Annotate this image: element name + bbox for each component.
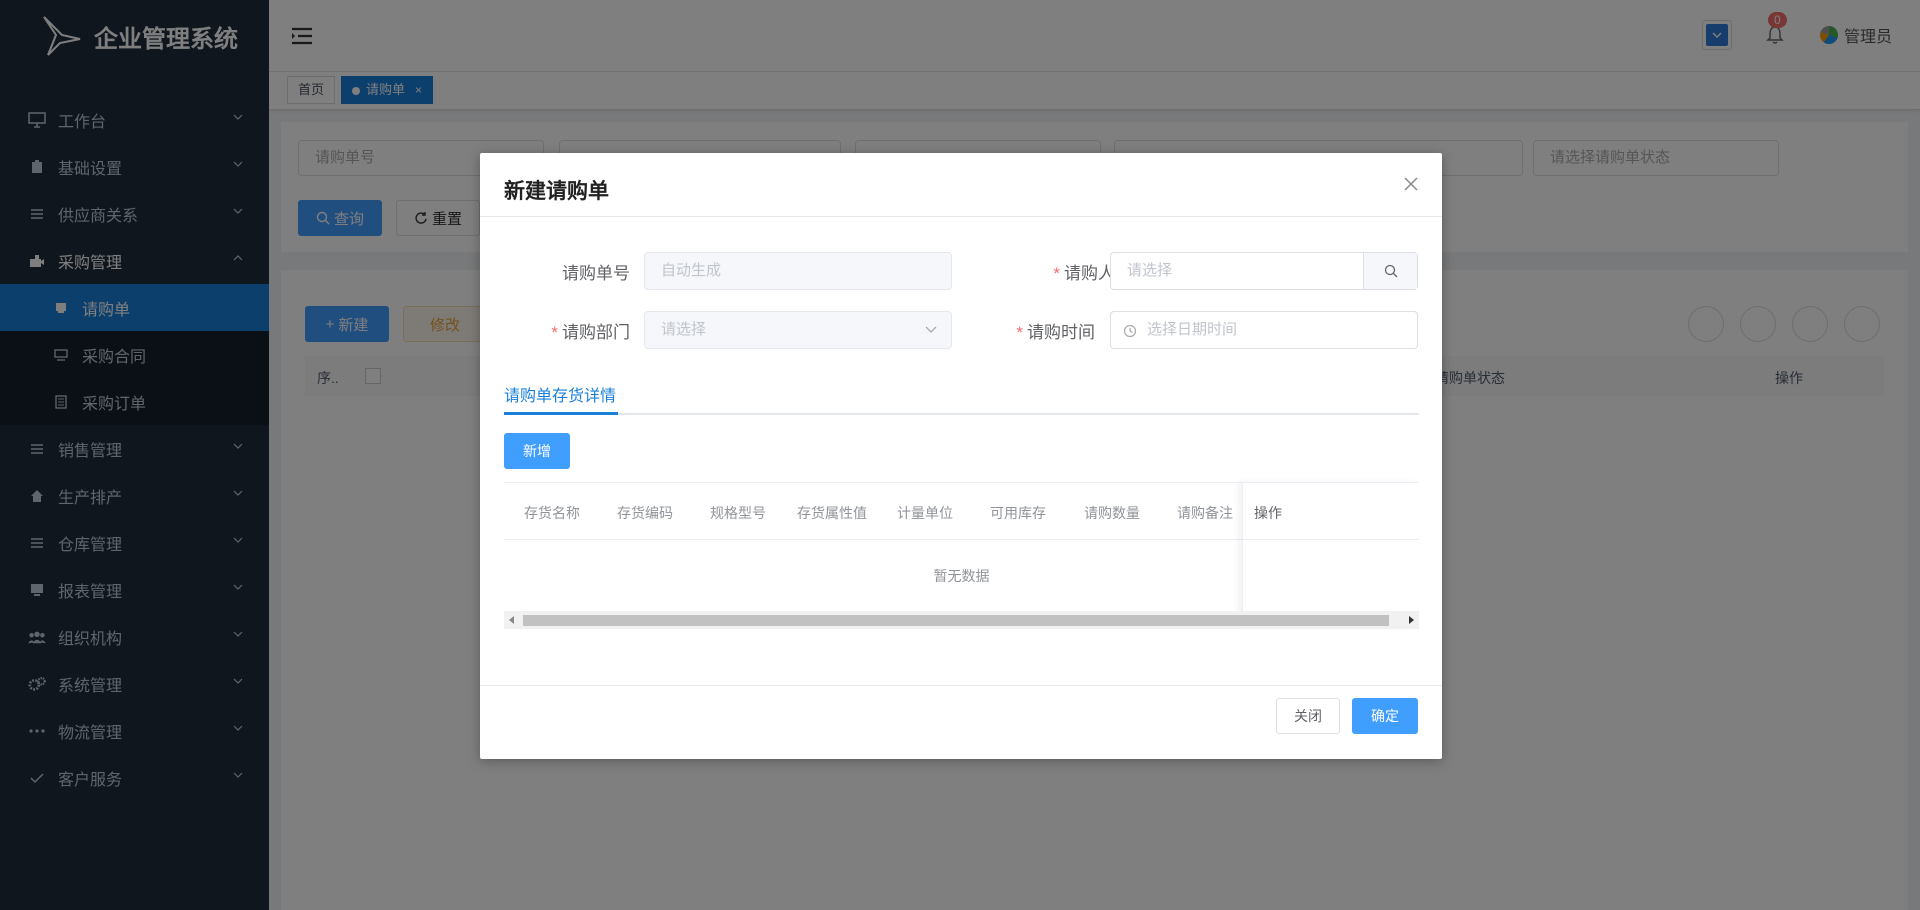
tab-inventory-details[interactable]: 请购单存货详情 <box>504 382 616 406</box>
scroll-left-icon[interactable] <box>508 616 516 624</box>
col-stock: 可用库存 <box>990 505 1046 521</box>
field-placeholder: 请选择 <box>1127 262 1173 279</box>
tab-active-indicator <box>504 412 618 415</box>
scroll-right-icon[interactable] <box>1407 616 1415 624</box>
requester-search-button[interactable] <box>1363 253 1417 289</box>
add-row-button[interactable]: 新增 <box>504 433 570 469</box>
order-no-label: 请购单号 <box>562 264 630 283</box>
search-icon <box>1384 264 1397 278</box>
requester-label: * 请购人 <box>1053 264 1115 283</box>
button-label: 确定 <box>1371 708 1399 724</box>
field-placeholder: 自动生成 <box>661 262 722 279</box>
fixed-action-column <box>1242 482 1419 627</box>
col-qty: 请购数量 <box>1084 505 1140 521</box>
col-unit: 计量单位 <box>897 505 953 521</box>
button-label: 新增 <box>523 443 551 459</box>
scroll-thumb[interactable] <box>523 615 1389 626</box>
col-inv-code: 存货编码 <box>617 505 673 521</box>
clock-icon <box>1123 324 1137 338</box>
dept-label: * 请购部门 <box>551 323 630 342</box>
confirm-button[interactable]: 确定 <box>1352 698 1418 734</box>
detail-table: 存货名称 存货编码 规格型号 存货属性值 计量单位 可用库存 请购数量 请购备注… <box>504 482 1419 629</box>
time-label: * 请购时间 <box>1016 323 1095 342</box>
col-attr: 存货属性值 <box>797 505 867 521</box>
new-requisition-dialog: 新建请购单 请购单号 自动生成 * 请购人 请选择 * 请购部门 请选择 * 请购时间… <box>480 153 1442 759</box>
col-inv-name: 存货名称 <box>524 505 580 521</box>
horizontal-scrollbar[interactable] <box>504 611 1419 629</box>
col-remark: 请购备注 <box>1177 505 1233 521</box>
close-button[interactable]: 关闭 <box>1276 698 1340 734</box>
requester-field[interactable]: 请选择 <box>1110 252 1418 290</box>
dialog-title: 新建请购单 <box>504 180 609 203</box>
field-placeholder: 选择日期时间 <box>1147 321 1238 338</box>
button-label: 关闭 <box>1294 708 1322 724</box>
dialog-header: 新建请购单 <box>480 153 1442 217</box>
chevron-down-icon <box>925 326 937 333</box>
tab-divider <box>504 413 1419 415</box>
field-placeholder: 请选择 <box>661 321 707 338</box>
col-spec: 规格型号 <box>710 505 766 521</box>
order-no-field: 自动生成 <box>644 252 952 290</box>
close-icon[interactable] <box>1402 175 1420 193</box>
time-picker[interactable]: 选择日期时间 <box>1110 311 1418 349</box>
dept-select[interactable]: 请选择 <box>644 311 952 349</box>
dialog-footer: 关闭 确定 <box>480 685 1442 759</box>
